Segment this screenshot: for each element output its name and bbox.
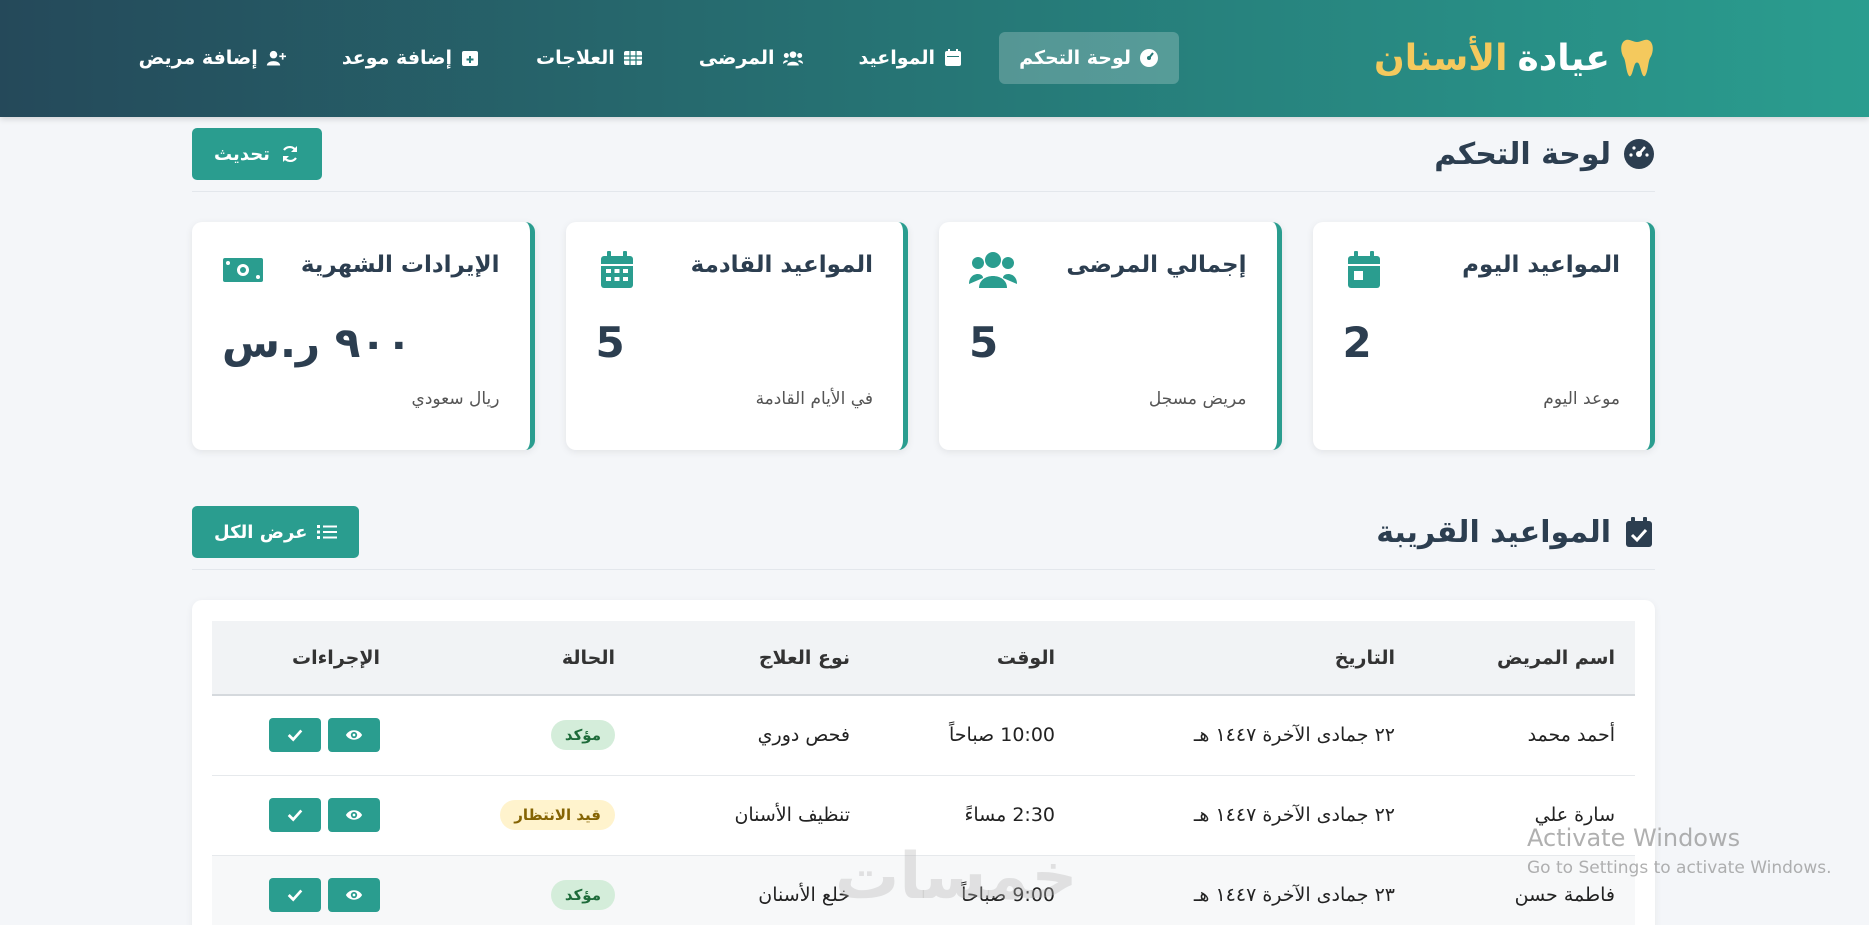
page-title-text: لوحة التحكم — [1434, 136, 1611, 172]
nav-appointments[interactable]: المواعيد — [839, 32, 984, 84]
appointment-date: ٢٢ جمادى الآخرة ١٤٤٧ هـ — [1075, 695, 1415, 776]
page-title: لوحة التحكم — [1434, 137, 1655, 172]
appointment-time: 10:00 صباحاً — [870, 695, 1075, 776]
table-icon — [623, 51, 642, 65]
nav-appointments-label: المواعيد — [858, 47, 936, 69]
column-header: الإجراءات — [212, 621, 400, 696]
money-icon — [223, 258, 263, 282]
check-icon — [287, 809, 303, 822]
patient-name: أحمد محمد — [1415, 695, 1635, 776]
refresh-icon — [282, 145, 297, 163]
check-icon — [287, 889, 303, 902]
main-nav: لوحة التحكم المواعيد المرضى العلاجات إضا… — [119, 32, 1179, 84]
calendar-day-icon — [1347, 251, 1380, 288]
stat-card-subtitle: في الأيام القادمة — [755, 389, 873, 409]
users-icon — [969, 252, 1017, 288]
dashboard-header: لوحة التحكم تحديث — [192, 117, 1655, 192]
stat-card-subtitle: ريال سعودي — [411, 389, 500, 409]
status-badge: قيد الانتظار — [500, 800, 615, 830]
nav-dashboard-label: لوحة التحكم — [1019, 47, 1131, 69]
nav-dashboard[interactable]: لوحة التحكم — [999, 32, 1179, 84]
stat-card-subtitle: مريض مسجل — [1148, 389, 1247, 409]
actions-cell — [212, 855, 400, 925]
status-cell: مؤكد — [400, 855, 635, 925]
status-cell: مؤكد — [400, 695, 635, 776]
calendar-plus-icon — [462, 51, 479, 66]
watermark-logo-text: خمسات — [835, 840, 1078, 914]
view-button[interactable] — [328, 718, 380, 753]
upcoming-header: المواعيد القريبة عرض الكل — [192, 495, 1655, 570]
gauge-icon — [1140, 49, 1158, 67]
status-badge: مؤكد — [550, 880, 615, 910]
tooth-icon — [1621, 39, 1653, 77]
confirm-button[interactable] — [269, 878, 321, 912]
section-title-text: المواعيد القريبة — [1376, 514, 1611, 550]
confirm-button[interactable] — [269, 798, 321, 832]
stat-card-value: 5 — [595, 318, 625, 367]
calendar-icon — [600, 251, 633, 288]
section-title: المواعيد القريبة — [1376, 515, 1655, 550]
user-plus-icon — [266, 50, 286, 66]
refresh-button-label: تحديث — [214, 143, 270, 165]
calendar-icon — [945, 49, 962, 66]
calendar-check-icon — [1626, 517, 1652, 547]
activation-title: Activate Windows — [1527, 824, 1741, 852]
status-cell: قيد الانتظار — [400, 775, 635, 856]
column-header: الحالة — [400, 621, 635, 696]
status-badge: مؤكد — [550, 720, 615, 751]
stat-card-value: ٩٠٠ ر.س — [222, 318, 412, 367]
stat-card-value: 5 — [969, 318, 999, 367]
eye-icon — [345, 730, 363, 740]
appointment-date: ٢٣ جمادى الآخرة ١٤٤٧ هـ — [1075, 855, 1415, 925]
users-icon — [782, 51, 803, 66]
nav-treatments[interactable]: العلاجات — [516, 32, 663, 84]
list-icon — [317, 525, 338, 539]
appointment-date: ٢٢ جمادى الآخرة ١٤٤٧ هـ — [1075, 775, 1415, 856]
actions-cell — [212, 775, 400, 856]
stat-card-upcoming: المواعيد القادمة 5 في الأيام القادمة — [565, 222, 908, 450]
eye-icon — [345, 810, 363, 820]
stat-card-subtitle: موعد اليوم — [1543, 389, 1620, 409]
eye-icon — [345, 890, 363, 900]
view-button[interactable] — [328, 798, 380, 832]
actions-cell — [212, 695, 400, 776]
nav-patients[interactable]: المرضى — [679, 32, 823, 84]
nav-add-appointment[interactable]: إضافة موعد — [322, 32, 500, 84]
nav-patients-label: المرضى — [698, 47, 775, 69]
table-row: أحمد محمد ٢٢ جمادى الآخرة ١٤٤٧ هـ 10:00 … — [212, 695, 1635, 776]
nav-add-patient[interactable]: إضافة مريض — [119, 32, 306, 84]
stat-card-revenue: الإيرادات الشهرية ٩٠٠ ر.س ريال سعودي — [192, 222, 535, 450]
view-button[interactable] — [328, 878, 380, 912]
stat-card-patients: إجمالي المرضى 5 مريض مسجل — [939, 222, 1282, 450]
nav-add-patient-label: إضافة مريض — [138, 47, 258, 69]
confirm-button[interactable] — [269, 718, 321, 753]
brand-name-accent: الأسنان — [1373, 37, 1508, 79]
nav-treatments-label: العلاجات — [536, 47, 615, 69]
table-header-row: اسم المريض التاريخ الوقت نوع العلاج الحا… — [212, 621, 1635, 696]
brand-logo[interactable]: عيادة الأسنان — [1374, 30, 1654, 86]
gauge-icon — [1624, 139, 1654, 169]
view-all-button[interactable]: عرض الكل — [192, 506, 360, 558]
activation-subtitle: Go to Settings to activate Windows. — [1527, 858, 1832, 878]
refresh-button[interactable]: تحديث — [192, 128, 322, 180]
windows-activation-watermark: Activate Windows Go to Settings to activ… — [1527, 824, 1832, 878]
treatment-type: فحص دوري — [635, 695, 870, 776]
stats-cards: المواعيد اليوم 2 موعد اليوم إجمالي المرض… — [192, 222, 1655, 450]
nav-add-appointment-label: إضافة موعد — [341, 47, 453, 69]
view-all-button-label: عرض الكل — [214, 521, 308, 543]
stat-card-value: 2 — [1342, 318, 1372, 367]
top-navbar: عيادة الأسنان لوحة التحكم المواعيد المرض… — [0, 0, 1869, 117]
column-header: التاريخ — [1075, 621, 1415, 696]
column-header: اسم المريض — [1415, 621, 1635, 696]
check-icon — [287, 729, 303, 742]
brand-name: عيادة — [1517, 37, 1610, 79]
column-header: نوع العلاج — [635, 621, 870, 696]
column-header: الوقت — [870, 621, 1075, 696]
stat-card-today: المواعيد اليوم 2 موعد اليوم — [1312, 222, 1655, 450]
